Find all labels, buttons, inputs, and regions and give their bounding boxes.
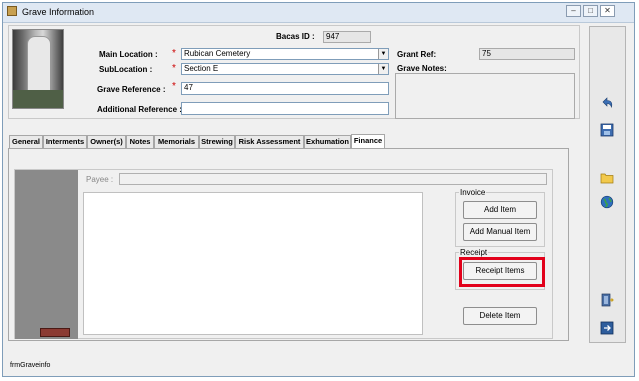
required-marker: * [172, 63, 176, 74]
add-manual-item-button[interactable]: Add Manual Item [463, 223, 537, 241]
grave-notes-field[interactable] [395, 73, 575, 119]
window-title: Grave Information [22, 7, 95, 17]
export-icon[interactable] [600, 293, 614, 307]
status-form-name: frmGraveinfo [10, 362, 51, 369]
bacas-id-value: 947 [323, 31, 371, 43]
additional-reference-label: Additional Reference : [97, 105, 182, 114]
tab-strewing[interactable]: Strewing [199, 135, 235, 148]
receipt-group-label: Receipt [459, 248, 489, 257]
grave-photo[interactable] [12, 29, 64, 109]
tab-finance[interactable]: Finance [351, 134, 385, 148]
grave-reference-label: Grave Reference : [97, 85, 166, 94]
main-location-label: Main Location : [99, 50, 158, 59]
grant-ref-label: Grant Ref: [397, 50, 437, 59]
tab-exhumation[interactable]: Exhumation [304, 135, 351, 148]
invoice-group-label: Invoice [459, 188, 487, 197]
required-marker: * [172, 48, 176, 59]
tab-notes[interactable]: Notes [126, 135, 154, 148]
maximize-button[interactable]: □ [583, 5, 598, 17]
delete-item-button[interactable]: Delete Item [463, 307, 537, 325]
additional-reference-input[interactable] [181, 102, 389, 115]
save-icon[interactable] [600, 123, 614, 137]
grass-image [13, 90, 63, 108]
globe-icon[interactable] [600, 195, 614, 209]
tab-risk-assessment[interactable]: Risk Assessment [235, 135, 304, 148]
sublocation-value: Section E [184, 64, 219, 73]
tab-memorials[interactable]: Memorials [154, 135, 199, 148]
app-icon [7, 6, 17, 16]
record-marker[interactable] [40, 328, 70, 337]
payee-field [119, 173, 547, 185]
title-bar[interactable] [3, 3, 634, 23]
close-button[interactable]: ✕ [600, 5, 615, 17]
grant-ref-value: 75 [479, 48, 575, 60]
highlight-annotation [459, 257, 545, 287]
grave-reference-input[interactable]: 47 [181, 82, 389, 95]
bacas-id-label: Bacas ID : [276, 32, 315, 41]
sublocation-select[interactable]: Section E ▼ [181, 63, 389, 75]
folder-icon[interactable] [600, 171, 614, 185]
undo-icon[interactable] [600, 96, 614, 110]
finance-items-list[interactable] [83, 192, 423, 335]
add-item-button[interactable]: Add Item [463, 201, 537, 219]
tab-interments[interactable]: Interments [43, 135, 87, 148]
chevron-down-icon[interactable]: ▼ [378, 64, 388, 74]
payee-label: Payee : [86, 175, 114, 184]
main-location-select[interactable]: Rubican Cemetery ▼ [181, 48, 389, 60]
required-marker: * [172, 81, 176, 92]
main-location-value: Rubican Cemetery [184, 49, 251, 58]
record-selector-strip [15, 170, 78, 339]
headstone-image [27, 36, 51, 94]
tab-owners[interactable]: Owner(s) [87, 135, 126, 148]
exit-icon[interactable] [600, 321, 614, 335]
minimize-button[interactable]: – [566, 5, 581, 17]
tab-general[interactable]: General [9, 135, 43, 148]
chevron-down-icon[interactable]: ▼ [378, 49, 388, 59]
sublocation-label: SubLocation : [99, 65, 153, 74]
grave-notes-label: Grave Notes: [397, 64, 447, 73]
